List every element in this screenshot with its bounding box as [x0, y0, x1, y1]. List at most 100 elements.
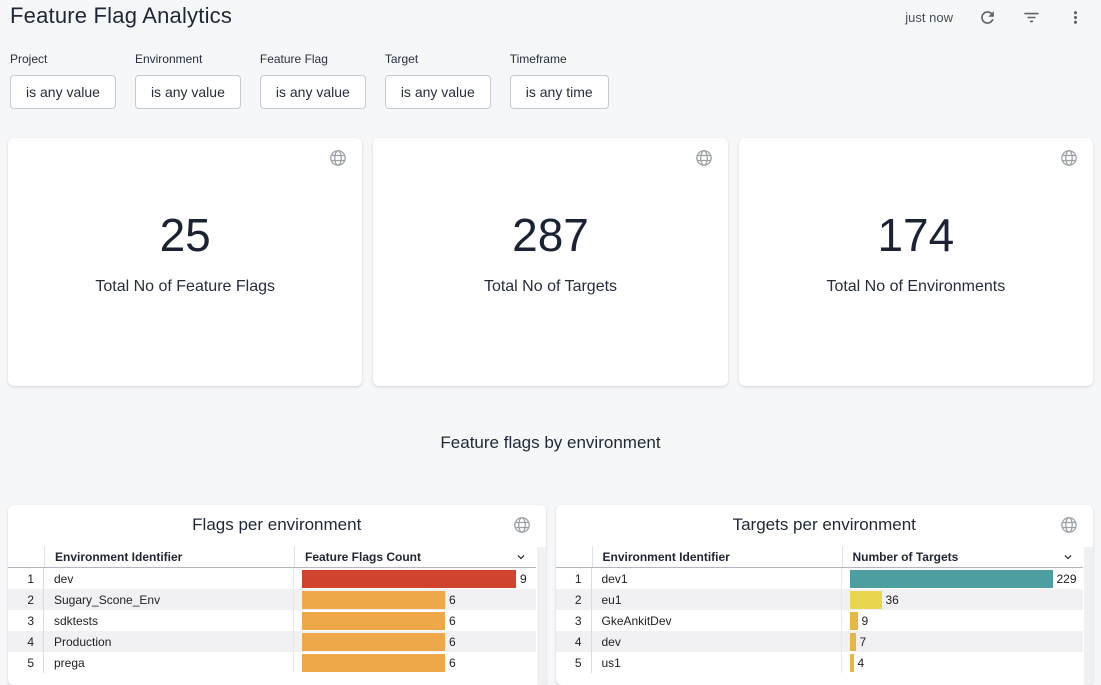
environment-cell: dev: [592, 631, 842, 652]
row-number: 1: [556, 568, 592, 589]
table-title: Targets per environment: [556, 505, 1094, 537]
count-bar[interactable]: [302, 654, 445, 672]
count-bar[interactable]: [302, 591, 445, 609]
count-cell: 6: [294, 610, 536, 631]
table: Environment Identifier Number of Targets…: [556, 546, 1084, 685]
column-header-label: Number of Targets: [853, 550, 959, 564]
count-value: 9: [862, 614, 869, 628]
tables-row: Flags per environment Environment Identi…: [8, 505, 1093, 685]
kpi-label: Total No of Feature Flags: [95, 278, 275, 296]
count-bar[interactable]: [850, 591, 882, 609]
count-bar[interactable]: [302, 633, 445, 651]
column-header-environment[interactable]: Environment Identifier: [44, 546, 294, 567]
count-bar[interactable]: [850, 570, 1053, 588]
row-number: 3: [8, 610, 44, 631]
environment-cell: us1: [592, 652, 842, 673]
count-value: 229: [1057, 572, 1077, 586]
count-bar[interactable]: [850, 612, 858, 630]
count-bar[interactable]: [850, 633, 856, 651]
table-header-row: Environment Identifier Feature Flags Cou…: [8, 546, 536, 568]
count-value: 7: [860, 635, 867, 649]
row-number: 4: [556, 631, 592, 652]
table-row[interactable]: 1dev1229: [556, 568, 1084, 589]
filter-project: Project is any value: [10, 52, 116, 109]
filter-feature-flag: Feature Flag is any value: [260, 52, 366, 109]
kpi-card-environments: 174 Total No of Environments: [739, 138, 1093, 386]
filter-label: Timeframe: [510, 52, 609, 66]
column-header-count[interactable]: Number of Targets: [842, 546, 1084, 567]
table-row[interactable]: 5us14: [556, 652, 1084, 673]
count-cell: 6: [294, 652, 536, 673]
kpi-value: 287: [512, 212, 589, 258]
table-scrollbar[interactable]: [1084, 547, 1093, 685]
chevron-down-icon[interactable]: [514, 550, 528, 564]
filter-environment: Environment is any value: [135, 52, 241, 109]
chevron-down-icon[interactable]: [1061, 550, 1075, 564]
filter-label: Feature Flag: [260, 52, 366, 66]
count-cell: 6: [294, 631, 536, 652]
row-number: 1: [8, 568, 44, 589]
filter-label: Target: [385, 52, 491, 66]
filter-icon[interactable]: [1021, 7, 1041, 27]
header-controls: just now: [905, 6, 1085, 28]
globe-icon[interactable]: [1060, 516, 1078, 534]
filter-label: Environment: [135, 52, 241, 66]
targets-per-environment-card: Targets per environment Environment Iden…: [556, 505, 1094, 685]
filter-environment-button[interactable]: is any value: [135, 75, 241, 109]
flags-per-environment-card: Flags per environment Environment Identi…: [8, 505, 546, 685]
count-cell: 7: [842, 631, 1084, 652]
table-row[interactable]: 4dev 7: [556, 631, 1084, 652]
count-value: 6: [449, 614, 456, 628]
table-row[interactable]: 4Production 6: [8, 631, 536, 652]
filter-timeframe-button[interactable]: is any time: [510, 75, 609, 109]
refresh-icon[interactable]: [977, 7, 997, 27]
table-body: 1dev92Sugary_Scone_Env63sdktests64Produc…: [8, 568, 536, 673]
column-header-environment[interactable]: Environment Identifier: [592, 546, 842, 567]
row-number-header: [556, 546, 592, 567]
table-row[interactable]: 5prega6: [8, 652, 536, 673]
table-row[interactable]: 3sdktests 6: [8, 610, 536, 631]
environment-cell: dev: [44, 568, 294, 589]
count-bar[interactable]: [302, 612, 445, 630]
table: Environment Identifier Feature Flags Cou…: [8, 546, 536, 685]
column-header-count[interactable]: Feature Flags Count: [294, 546, 536, 567]
filter-feature-flag-button[interactable]: is any value: [260, 75, 366, 109]
kpi-label: Total No of Targets: [484, 278, 617, 296]
kpi-row: 25 Total No of Feature Flags 287 Total N…: [8, 138, 1093, 386]
table-row[interactable]: 1dev9: [8, 568, 536, 589]
count-cell: 229: [842, 568, 1084, 589]
table-row[interactable]: 3GkeAnkitDev9: [556, 610, 1084, 631]
filter-target-button[interactable]: is any value: [385, 75, 491, 109]
environment-cell: Production: [44, 631, 294, 652]
count-value: 6: [449, 635, 456, 649]
globe-icon[interactable]: [695, 149, 713, 167]
count-value: 6: [449, 593, 456, 607]
table-row[interactable]: 2Sugary_Scone_Env6: [8, 589, 536, 610]
filter-target: Target is any value: [385, 52, 491, 109]
table-row[interactable]: 2eu136: [556, 589, 1084, 610]
filter-bar: Project is any value Environment is any …: [10, 52, 609, 109]
count-value: 36: [886, 593, 899, 607]
globe-icon[interactable]: [513, 516, 531, 534]
table-body: 1dev12292eu1363GkeAnkitDev94dev75us14: [556, 568, 1084, 673]
row-number: 4: [8, 631, 44, 652]
kpi-value: 174: [877, 212, 954, 258]
count-bar[interactable]: [302, 570, 516, 588]
page-title: Feature Flag Analytics: [10, 3, 232, 29]
kpi-card-targets: 287 Total No of Targets: [373, 138, 727, 386]
row-number-header: [8, 546, 44, 567]
table-title: Flags per environment: [8, 505, 546, 537]
environment-cell: prega: [44, 652, 294, 673]
column-header-label: Feature Flags Count: [305, 550, 421, 564]
globe-icon[interactable]: [329, 149, 347, 167]
filter-project-button[interactable]: is any value: [10, 75, 116, 109]
row-number: 5: [556, 652, 592, 673]
row-number: 3: [556, 610, 592, 631]
table-scrollbar[interactable]: [537, 547, 546, 685]
section-title: Feature flags by environment: [0, 433, 1101, 453]
environment-cell: sdktests: [44, 610, 294, 631]
kebab-menu-icon[interactable]: [1065, 7, 1085, 27]
count-bar[interactable]: [850, 654, 854, 672]
globe-icon[interactable]: [1060, 149, 1078, 167]
row-number: 5: [8, 652, 44, 673]
